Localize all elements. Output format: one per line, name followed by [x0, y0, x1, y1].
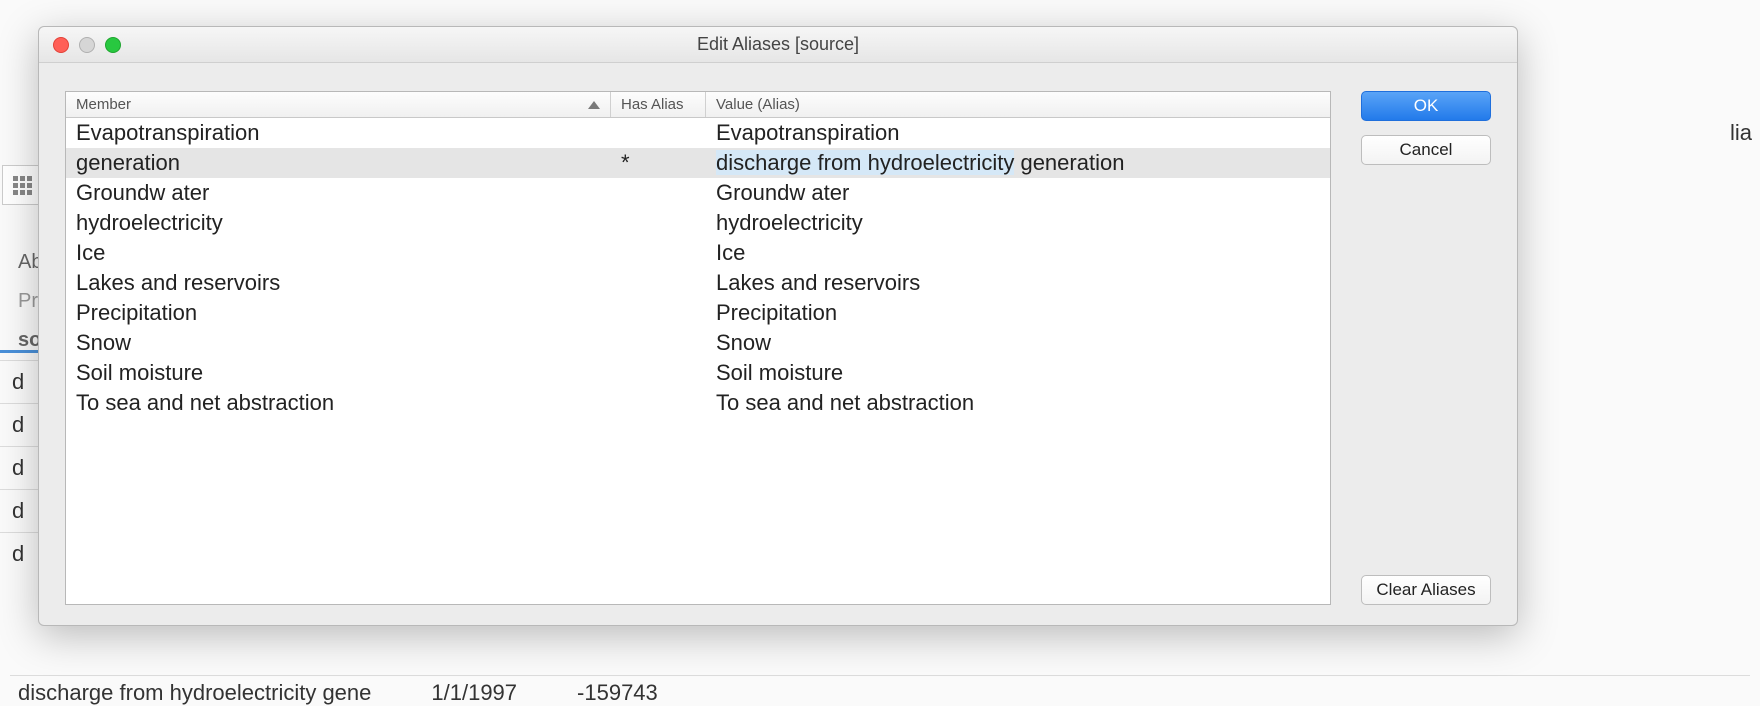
background-divider — [10, 675, 1750, 676]
cell-has-alias: * — [611, 150, 706, 176]
background-right-fragment: lia — [1730, 120, 1760, 146]
cell-member: Lakes and reservoirs — [66, 270, 611, 296]
table-row[interactable]: hydroelectricity hydroelectricity — [66, 208, 1330, 238]
table-header: Member Has Alias Value (Alias) — [66, 92, 1330, 118]
cancel-button[interactable]: Cancel — [1361, 135, 1491, 165]
cell-member: Precipitation — [66, 300, 611, 326]
column-label-member: Member — [76, 96, 131, 113]
active-tab-indicator — [0, 350, 40, 353]
cell-member: Evapotranspiration — [66, 120, 611, 146]
cell-value[interactable]: Snow — [706, 330, 1330, 356]
maximize-icon[interactable] — [105, 37, 121, 53]
table-row[interactable]: Soil moisture Soil moisture — [66, 358, 1330, 388]
grid-view-icon[interactable] — [2, 165, 42, 205]
cell-value[interactable]: Precipitation — [706, 300, 1330, 326]
bg-bottom-text: discharge from hydroelectricity gene — [18, 680, 371, 706]
cell-value[interactable]: Soil moisture — [706, 360, 1330, 386]
cell-member: Snow — [66, 330, 611, 356]
bg-bottom-date: 1/1/1997 — [431, 680, 517, 706]
dialog-body: Member Has Alias Value (Alias) Evapotran… — [39, 63, 1517, 625]
cell-member: To sea and net abstraction — [66, 390, 611, 416]
clear-aliases-button[interactable]: Clear Aliases — [1361, 575, 1491, 605]
close-icon[interactable] — [53, 37, 69, 53]
column-header-member[interactable]: Member — [66, 92, 611, 117]
table-body[interactable]: EvapotranspirationEvapotranspirationgene… — [66, 118, 1330, 604]
cell-member: hydroelectricity — [66, 210, 611, 236]
bg-bottom-value: -159743 — [577, 680, 658, 706]
table-row[interactable]: Ice Ice — [66, 238, 1330, 268]
window-controls — [53, 37, 121, 53]
alias-edit-highlight[interactable]: discharge from hydroelectricity — [716, 150, 1014, 175]
table-row[interactable]: To sea and net abstraction To sea and net… — [66, 388, 1330, 418]
cell-value[interactable]: hydroelectricity — [706, 210, 1330, 236]
column-label-has-alias: Has Alias — [621, 96, 684, 113]
background-bottom-row: discharge from hydroelectricity gene 1/1… — [18, 680, 658, 706]
column-label-value: Value (Alias) — [716, 96, 800, 113]
table-row[interactable]: Precipitation Precipitation — [66, 298, 1330, 328]
cell-member: Groundw ater — [66, 180, 611, 206]
cell-member: Ice — [66, 240, 611, 266]
table-row[interactable]: Groundw ater Groundw ater — [66, 178, 1330, 208]
cell-value[interactable]: discharge from hydroelectricity generati… — [706, 150, 1330, 176]
cell-member: generation — [66, 150, 611, 176]
column-header-value[interactable]: Value (Alias) — [706, 92, 1330, 117]
cell-value[interactable]: To sea and net abstraction — [706, 390, 1330, 416]
cell-value[interactable]: Evapotranspiration — [706, 120, 1330, 146]
dialog-titlebar[interactable]: Edit Aliases [source] — [39, 27, 1517, 63]
table-row[interactable]: generation*discharge from hydroelectrici… — [66, 148, 1330, 178]
button-spacer — [1361, 179, 1491, 561]
ok-button[interactable]: OK — [1361, 91, 1491, 121]
minimize-icon[interactable] — [79, 37, 95, 53]
alias-edit-suffix: generation — [1014, 150, 1124, 175]
cell-member: Soil moisture — [66, 360, 611, 386]
sort-ascending-icon — [588, 101, 600, 109]
table-row[interactable]: Lakes and reservoirs Lakes and reservoirs — [66, 268, 1330, 298]
table-row[interactable]: Evapotranspiration Evapotranspiration — [66, 118, 1330, 148]
dialog-title: Edit Aliases [source] — [39, 34, 1517, 55]
cell-value[interactable]: Lakes and reservoirs — [706, 270, 1330, 296]
cell-value[interactable]: Groundw ater — [706, 180, 1330, 206]
cell-value[interactable]: Ice — [706, 240, 1330, 266]
column-header-has-alias[interactable]: Has Alias — [611, 92, 706, 117]
table-row[interactable]: Snow Snow — [66, 328, 1330, 358]
dialog-buttons: OK Cancel Clear Aliases — [1361, 91, 1491, 605]
edit-aliases-dialog: Edit Aliases [source] Member Has Alias V… — [38, 26, 1518, 626]
alias-table: Member Has Alias Value (Alias) Evapotran… — [65, 91, 1331, 605]
